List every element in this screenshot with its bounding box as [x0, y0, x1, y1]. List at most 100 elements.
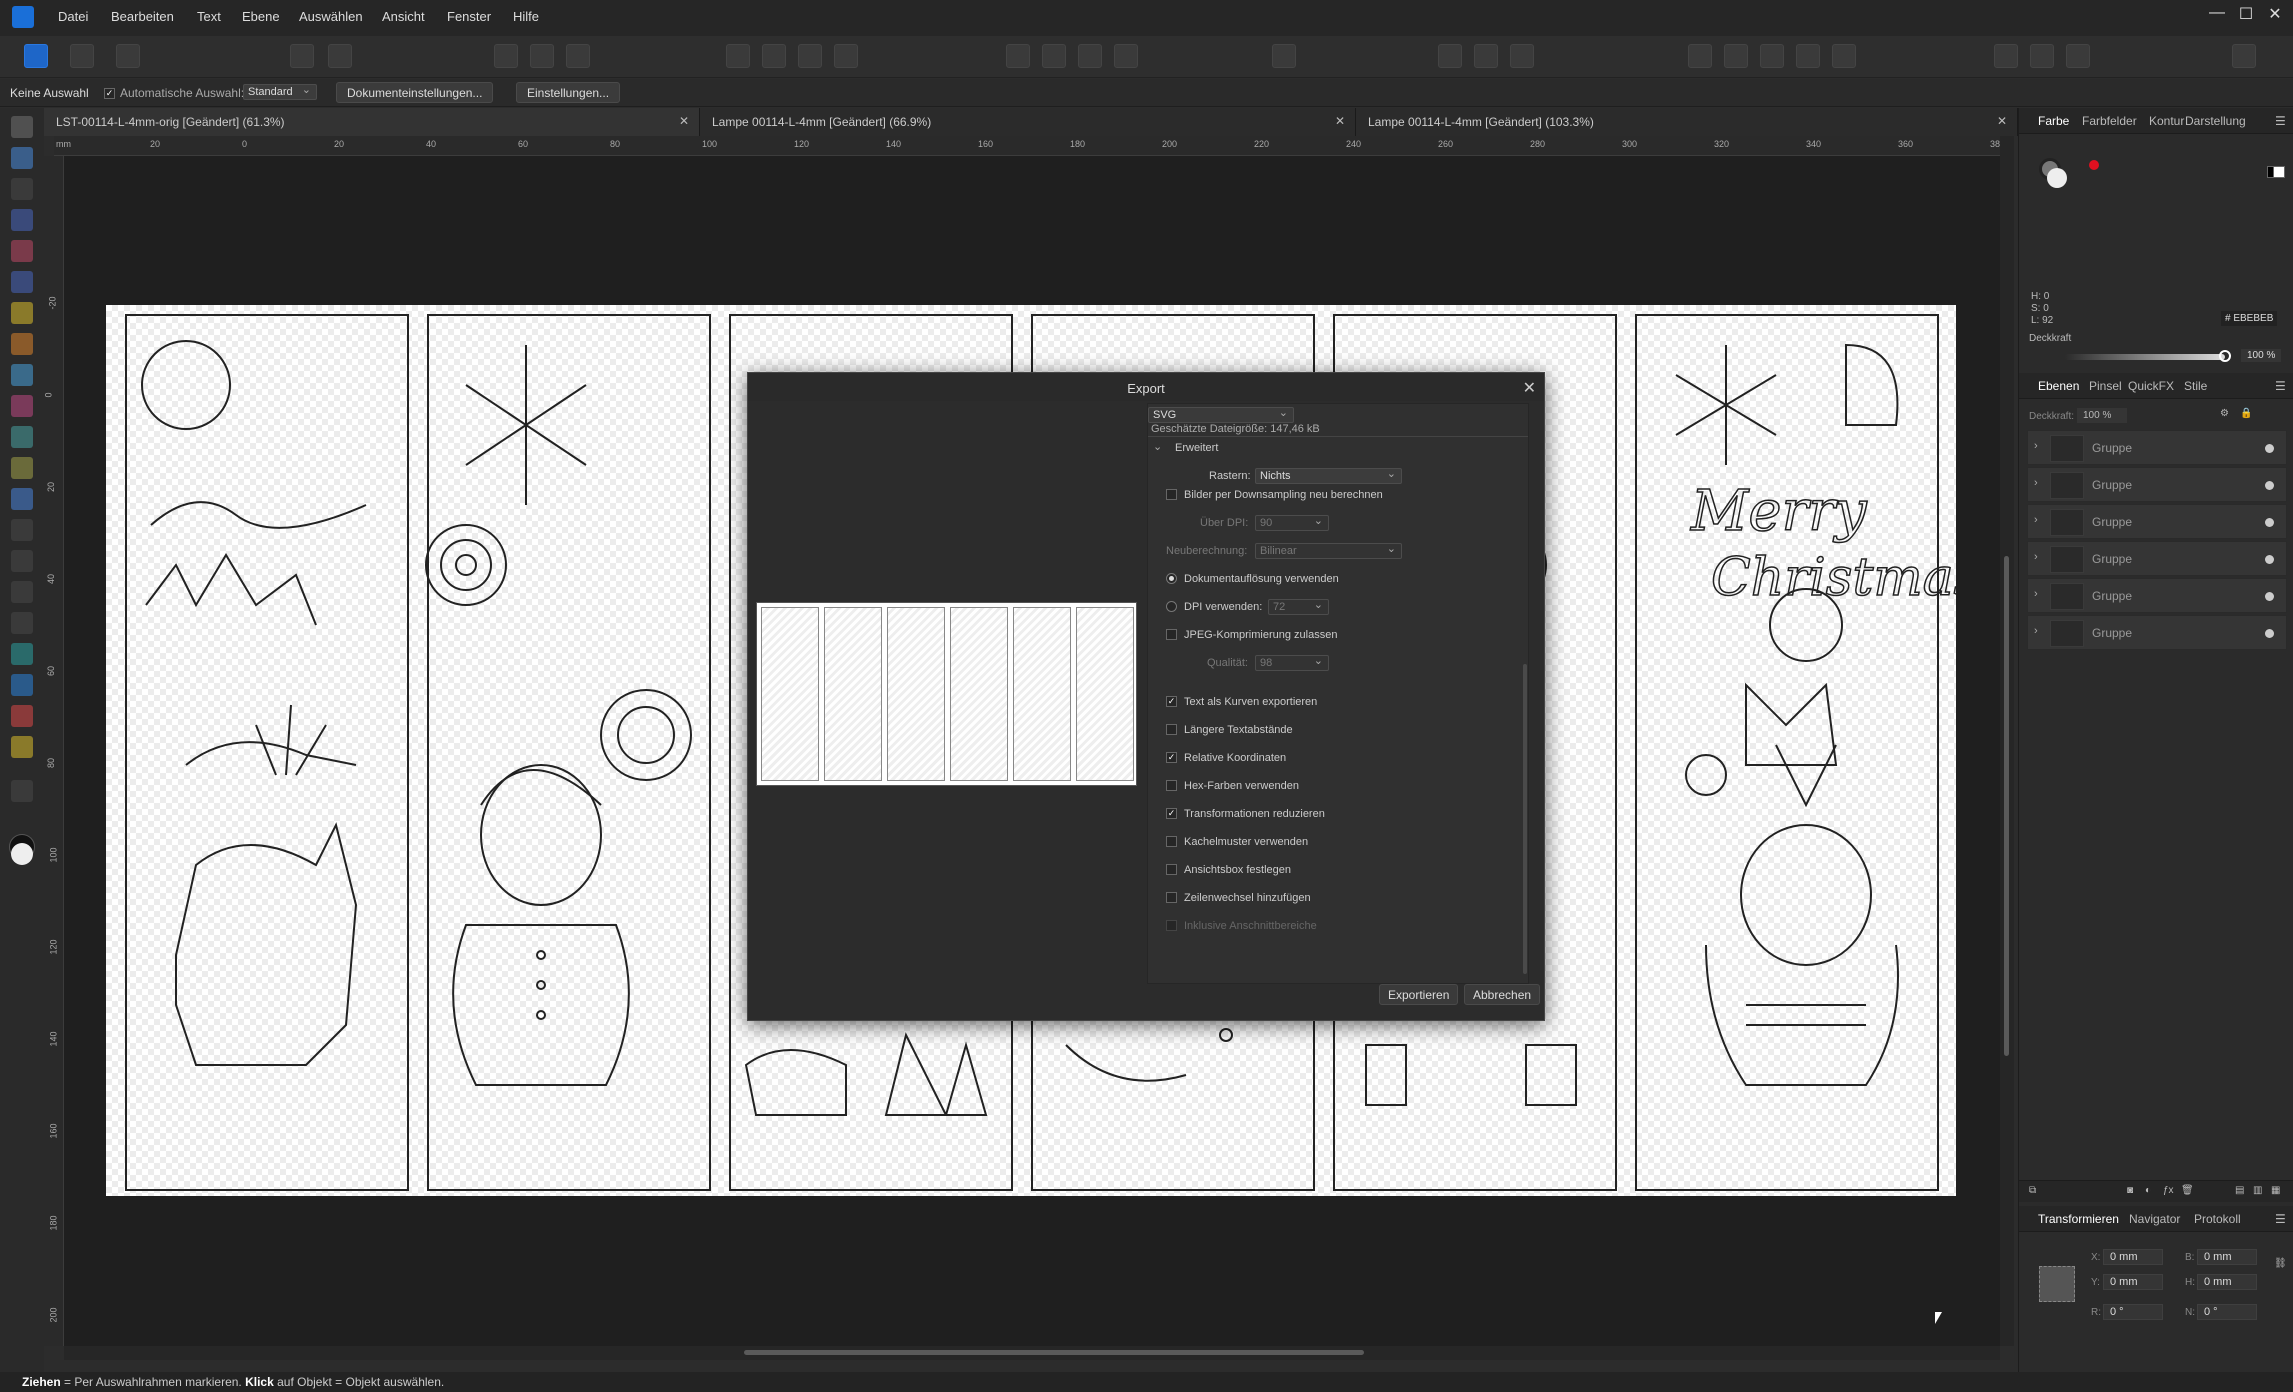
arrange-backward-icon[interactable] [762, 44, 786, 68]
app-logo-icon[interactable] [12, 6, 34, 28]
visibility-icon[interactable] [2265, 518, 2274, 527]
r-field[interactable]: 0 ° [2103, 1304, 2163, 1320]
option-checkbox[interactable]: ✓ [1166, 752, 1177, 763]
white-swatch-icon[interactable] [2273, 166, 2285, 178]
maximize-button[interactable]: ☐ [2231, 4, 2261, 24]
layer-row[interactable]: › Gruppe [2027, 615, 2287, 650]
tab-pinsel[interactable]: Pinsel [2089, 379, 2122, 393]
option-checkbox[interactable] [1166, 864, 1177, 875]
ellipse-tool-icon[interactable] [11, 581, 33, 603]
menu-text[interactable]: Text [197, 9, 221, 24]
close-icon[interactable]: ✕ [1523, 378, 1536, 398]
resample-dropdown[interactable]: Bilinear [1255, 542, 1402, 559]
menu-ansicht[interactable]: Ansicht [382, 9, 425, 24]
chevron-down-icon[interactable]: ⌄ [1153, 440, 1162, 453]
tab-document-2[interactable]: Lampe 00114-L-4mm [Geändert] (66.9%) ✕ [700, 108, 1356, 136]
chevron-right-icon[interactable]: › [2034, 625, 2038, 637]
move-tool-icon[interactable] [11, 116, 33, 138]
visibility-icon[interactable] [2265, 555, 2274, 564]
format-dropdown[interactable]: SVG [1148, 406, 1294, 423]
use-dpi-field[interactable]: 72 [1268, 598, 1329, 615]
boolean-divide-icon[interactable] [1832, 44, 1856, 68]
menu-bearbeiten[interactable]: Bearbeiten [111, 9, 174, 24]
document-setup-icon[interactable] [290, 44, 314, 68]
boolean-intersect-icon[interactable] [1760, 44, 1784, 68]
menu-auswaehlen[interactable]: Auswählen [299, 9, 363, 24]
layer-opacity-field[interactable]: 100 % [2077, 408, 2127, 423]
opacity-slider-handle[interactable] [2219, 350, 2231, 362]
opacity-slider[interactable] [2065, 354, 2225, 360]
menu-ebene[interactable]: Ebene [242, 9, 280, 24]
chevron-right-icon[interactable]: › [2034, 514, 2038, 526]
account-icon[interactable] [2232, 44, 2256, 68]
document-settings-button[interactable]: Dokumenteinstellungen... [336, 82, 494, 103]
close-tab-icon[interactable]: ✕ [1335, 114, 1345, 128]
option-checkbox[interactable] [1166, 724, 1177, 735]
mask-icon[interactable]: ◙ [2127, 1185, 2133, 1196]
horizontal-scrollbar[interactable] [64, 1346, 2000, 1360]
node-tool-icon[interactable] [11, 178, 33, 200]
tab-kontur[interactable]: Kontur [2149, 114, 2184, 128]
fx-icon[interactable]: ƒx [2163, 1185, 2174, 1196]
pencil-tool-icon[interactable] [11, 302, 33, 324]
snap-node-icon[interactable] [566, 44, 590, 68]
tab-quickfx[interactable]: QuickFX [2128, 379, 2174, 393]
b-field[interactable]: 0 mm [2197, 1249, 2257, 1265]
option-checkbox[interactable]: ✓ [1166, 696, 1177, 707]
cancel-button[interactable]: Abbrechen [1464, 984, 1541, 1005]
panel-menu-icon[interactable]: ☰ [2275, 1212, 2286, 1226]
link-icon[interactable]: ⛓ [2274, 1258, 2287, 1269]
h-field[interactable]: 0 mm [2197, 1274, 2257, 1290]
panel-menu-icon[interactable]: ☰ [2275, 379, 2286, 393]
snap-bounds-icon[interactable] [494, 44, 518, 68]
over-dpi-field[interactable]: 90 [1255, 514, 1329, 531]
crop-tool-icon[interactable] [11, 519, 33, 541]
anchor-point-icon[interactable] [2039, 1266, 2075, 1302]
use-dpi-radio[interactable] [1166, 601, 1177, 612]
place-image-icon[interactable] [11, 488, 33, 510]
rectangle-tool-icon[interactable] [11, 550, 33, 572]
y-field[interactable]: 0 mm [2103, 1274, 2163, 1290]
x-field[interactable]: 0 mm [2103, 1249, 2163, 1265]
boolean-add-icon[interactable] [1688, 44, 1712, 68]
quality-field[interactable]: 98 [1255, 654, 1329, 671]
symbol-tool-icon[interactable] [11, 643, 33, 665]
tab-document-1[interactable]: LST-00114-L-4mm-orig [Geändert] (61.3%) … [44, 108, 700, 136]
preferences-button[interactable]: Einstellungen... [516, 82, 621, 103]
align-top-icon[interactable] [1114, 44, 1138, 68]
layer-row[interactable]: › Gruppe [2027, 541, 2287, 576]
delete-icon[interactable]: ▦ [2271, 1185, 2280, 1196]
measure-tool-icon[interactable] [11, 736, 33, 758]
tab-navigator[interactable]: Navigator [2129, 1212, 2180, 1226]
fill-swatch[interactable] [2047, 168, 2067, 188]
auto-select-checkbox[interactable]: ✓ [104, 88, 115, 99]
close-window-button[interactable]: ✕ [2260, 4, 2290, 24]
raster-dropdown[interactable]: Nichts [1255, 467, 1402, 484]
tab-document-3[interactable]: Lampe 00114-L-4mm [Geändert] (103.3%) ✕ [1356, 108, 2018, 136]
pixel-persona-icon[interactable] [70, 44, 94, 68]
option-checkbox[interactable] [1166, 920, 1177, 931]
close-tab-icon[interactable]: ✕ [1997, 114, 2007, 128]
scroll-thumb[interactable] [2004, 556, 2009, 1056]
tab-protokoll[interactable]: Protokoll [2194, 1212, 2241, 1226]
arrange-front-icon[interactable] [834, 44, 858, 68]
chevron-right-icon[interactable]: › [2034, 440, 2038, 452]
visibility-icon[interactable] [2265, 444, 2274, 453]
panel-menu-icon[interactable]: ☰ [2275, 114, 2286, 128]
export-button[interactable]: Exportieren [1379, 984, 1459, 1005]
auto-select-dropdown[interactable]: Standard [243, 83, 317, 100]
visibility-icon[interactable] [2265, 481, 2274, 490]
layer-row[interactable]: › Gruppe [2027, 430, 2287, 465]
adjustment-icon[interactable]: ◐ [2145, 1185, 2151, 1196]
chevron-right-icon[interactable]: › [2034, 477, 2038, 489]
vertical-scrollbar[interactable] [2000, 136, 2014, 1346]
tab-farbe[interactable]: Farbe [2038, 114, 2069, 128]
paint-brush-icon[interactable] [11, 395, 33, 417]
add-layer-icon[interactable]: ▤ [2235, 1185, 2244, 1196]
export-persona-icon[interactable] [116, 44, 140, 68]
tab-ebenen[interactable]: Ebenen [2038, 379, 2079, 393]
section-advanced[interactable]: Erweitert [1175, 442, 1218, 454]
layer-row[interactable]: › Gruppe [2027, 467, 2287, 502]
crop-icon[interactable] [1438, 44, 1462, 68]
scroll-thumb[interactable] [744, 1350, 1364, 1355]
